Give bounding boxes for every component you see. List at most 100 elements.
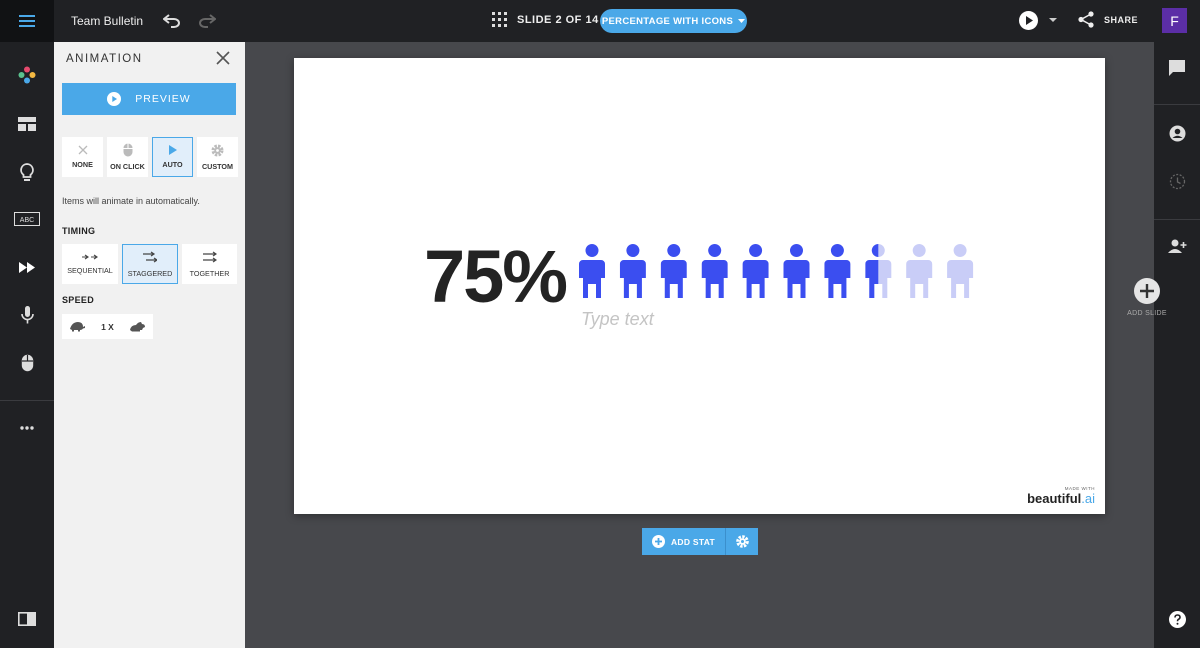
- microphone-icon: [20, 306, 34, 324]
- mode-on-click[interactable]: ON CLICK: [107, 137, 148, 177]
- redo-button[interactable]: [197, 11, 217, 31]
- more-button[interactable]: [0, 413, 54, 443]
- undo-button[interactable]: [162, 11, 182, 31]
- panel-toggle-button[interactable]: [0, 604, 54, 634]
- slide-canvas[interactable]: 75% Type text MADE WITH beautiful.ai: [294, 58, 1105, 514]
- gear-icon: [211, 144, 224, 156]
- add-user-icon: [1167, 239, 1186, 253]
- menu-button[interactable]: [0, 0, 54, 42]
- person-icon: [579, 244, 605, 298]
- lightbulb-icon: [20, 162, 34, 181]
- presenter-button[interactable]: [1154, 119, 1200, 147]
- animation-description: Items will animate in automatically.: [62, 196, 200, 206]
- share-icon: [1078, 11, 1094, 28]
- timing-sequential[interactable]: SEQUENTIAL: [62, 244, 118, 284]
- share-button[interactable]: SHARE: [1078, 11, 1138, 28]
- timing-label: SEQUENTIAL: [67, 265, 113, 275]
- add-slide-button[interactable]: ADD SLIDE: [1127, 278, 1167, 317]
- people-icon-row[interactable]: [579, 244, 979, 300]
- timing-label: TOGETHER: [189, 268, 230, 278]
- history-button[interactable]: [1154, 167, 1200, 195]
- person-icon: [824, 244, 851, 298]
- person-icon: [783, 244, 810, 298]
- help-icon: [1168, 610, 1186, 628]
- add-stat-button[interactable]: ADD STAT: [642, 528, 726, 555]
- help-button[interactable]: [1154, 605, 1200, 633]
- mode-label: CUSTOM: [201, 161, 233, 171]
- panel-toggle-icon: [18, 612, 36, 626]
- speed-section-label: SPEED: [62, 295, 95, 305]
- mouse-icon: [21, 354, 33, 372]
- user-pin-icon: [1169, 125, 1185, 141]
- add-stat-label: ADD STAT: [670, 536, 716, 547]
- rabbit-icon[interactable]: [129, 321, 146, 332]
- add-circle-icon: [651, 535, 665, 548]
- person-icon: [619, 244, 646, 298]
- layout-icon: [18, 117, 36, 131]
- timing-staggered[interactable]: STAGGERED: [122, 244, 178, 284]
- left-tool-rail: ABC: [0, 42, 54, 648]
- hamburger-icon: [19, 15, 35, 27]
- person-icon: [865, 244, 892, 298]
- preview-label: PREVIEW: [135, 93, 191, 105]
- timing-section-label: TIMING: [62, 226, 96, 236]
- stat-settings-button[interactable]: [726, 528, 758, 555]
- interaction-button[interactable]: [0, 348, 54, 378]
- staggered-icon: [143, 251, 157, 262]
- brand-watermark: MADE WITH beautiful.ai: [1027, 486, 1095, 506]
- undo-icon: [163, 14, 180, 28]
- timing-label: STAGGERED: [127, 268, 173, 278]
- animation-mode-group: NONE ON CLICK AUTO CUSTOM: [62, 137, 238, 177]
- animation-button[interactable]: [0, 252, 54, 282]
- mode-label: NONE: [72, 160, 93, 169]
- top-bar: Team Bulletin SLIDE 2 OF 14 PERCENTAGE W…: [0, 0, 1200, 42]
- share-label: SHARE: [1104, 14, 1139, 25]
- close-panel-button[interactable]: [216, 51, 232, 67]
- user-avatar[interactable]: F: [1162, 8, 1187, 33]
- person-icon: [906, 244, 933, 298]
- play-icon: [1025, 16, 1033, 25]
- panel-title: ANIMATION: [66, 53, 143, 65]
- timing-group: SEQUENTIAL STAGGERED TOGETHER: [62, 244, 237, 284]
- gear-icon: [735, 535, 749, 548]
- mode-auto[interactable]: AUTO: [152, 137, 193, 177]
- layout-button[interactable]: [0, 109, 54, 139]
- timing-together[interactable]: TOGETHER: [182, 244, 237, 284]
- brand-logo-suffix: .ai: [1081, 491, 1095, 506]
- animation-panel: ANIMATION PREVIEW NONE ON CLICK AUTO CUS…: [54, 42, 245, 648]
- mode-custom[interactable]: CUSTOM: [197, 137, 238, 177]
- present-button[interactable]: [1019, 11, 1038, 30]
- preview-button[interactable]: PREVIEW: [62, 83, 236, 115]
- rail-divider: [1154, 104, 1200, 105]
- document-title[interactable]: Team Bulletin: [71, 14, 143, 28]
- slide-grid-button[interactable]: SLIDE 2 OF 14: [492, 12, 599, 27]
- mouse-icon: [123, 143, 132, 157]
- speed-value: 1 X: [101, 321, 114, 332]
- slide-indicator-label: SLIDE 2 OF 14: [517, 13, 599, 26]
- play-circle-icon: [107, 92, 122, 106]
- play-icon: [169, 145, 177, 155]
- ideas-button[interactable]: [0, 157, 54, 187]
- turtle-icon[interactable]: [69, 321, 86, 332]
- present-options-chevron-icon[interactable]: [1049, 18, 1057, 22]
- mode-label: ON CLICK: [110, 162, 145, 171]
- fast-forward-icon: [19, 261, 35, 273]
- abc-icon: ABC: [14, 212, 40, 226]
- add-collaborator-button[interactable]: [1154, 232, 1200, 260]
- comment-icon: [1169, 60, 1185, 76]
- right-tool-rail: [1154, 42, 1200, 648]
- person-icon: [947, 244, 974, 298]
- together-icon: [202, 251, 217, 262]
- close-icon: [216, 51, 230, 65]
- stat-value[interactable]: 75%: [424, 234, 568, 319]
- layout-dropdown-button[interactable]: PERCENTAGE WITH ICONS: [600, 9, 747, 33]
- stat-description-placeholder[interactable]: Type text: [581, 309, 654, 330]
- text-styles-button[interactable]: ABC: [0, 204, 54, 234]
- mode-none[interactable]: NONE: [62, 137, 103, 177]
- comments-button[interactable]: [1154, 54, 1200, 82]
- person-icon: [701, 244, 728, 298]
- more-icon: [20, 426, 34, 430]
- theme-button[interactable]: [0, 60, 54, 90]
- x-icon: [78, 145, 87, 155]
- voiceover-button[interactable]: [0, 300, 54, 330]
